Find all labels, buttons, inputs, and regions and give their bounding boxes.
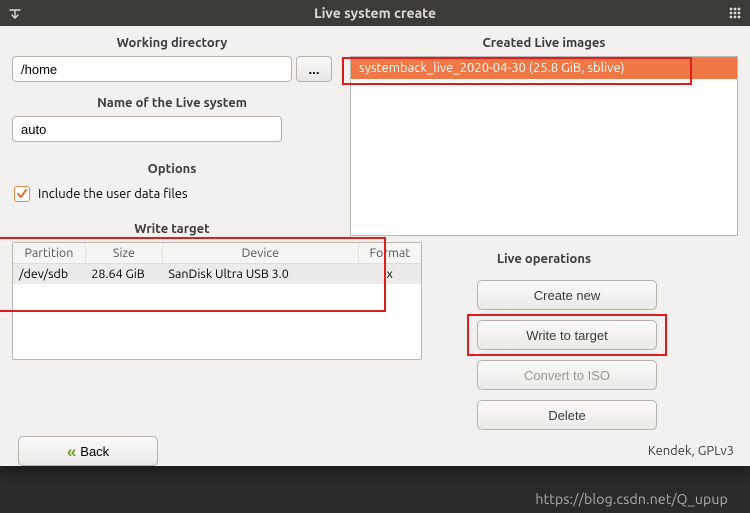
window-title: Live system create <box>314 5 436 21</box>
write-target-table[interactable]: Partition Size Device Format /dev/sdb 28… <box>12 242 422 360</box>
col-partition: Partition <box>13 243 85 264</box>
list-item[interactable]: systemback_live_2020-04-30 (25.8 GiB, sb… <box>351 57 737 79</box>
credit-label: Kendek, GPLv3 <box>648 444 734 458</box>
working-directory-input[interactable] <box>12 56 292 82</box>
back-label: Back <box>80 444 109 459</box>
cell-format: x <box>358 264 421 285</box>
titlebar: Live system create <box>0 0 750 26</box>
cell-device: SanDisk Ultra USB 3.0 <box>162 264 358 285</box>
delete-button[interactable]: Delete <box>477 400 657 430</box>
options-label: Options <box>12 162 332 176</box>
watermark: https://blog.csdn.net/Q_upup <box>535 491 728 507</box>
keep-above-icon[interactable] <box>8 6 22 23</box>
working-directory-label: Working directory <box>12 36 332 50</box>
window-body: Working directory ... Name of the Live s… <box>0 26 750 466</box>
back-button[interactable]: « Back <box>18 436 158 466</box>
col-size: Size <box>85 243 162 264</box>
cell-partition: /dev/sdb <box>13 264 85 285</box>
created-images-list[interactable]: systemback_live_2020-04-30 (25.8 GiB, sb… <box>350 56 738 236</box>
browse-button[interactable]: ... <box>296 56 332 82</box>
table-row[interactable]: /dev/sdb 28.64 GiB SanDisk Ultra USB 3.0… <box>13 264 421 285</box>
col-device: Device <box>162 243 358 264</box>
include-user-data-label: Include the user data files <box>38 187 188 201</box>
write-to-target-button[interactable]: Write to target <box>477 320 657 350</box>
include-user-data-checkbox[interactable] <box>14 186 30 202</box>
chevron-left-icon: « <box>67 443 76 460</box>
menu-grid-icon[interactable] <box>728 6 742 23</box>
col-format: Format <box>358 243 421 264</box>
created-images-label: Created Live images <box>350 36 738 50</box>
write-target-label: Write target <box>12 222 332 236</box>
cell-size: 28.64 GiB <box>85 264 162 285</box>
convert-to-iso-button: Convert to ISO <box>477 360 657 390</box>
live-name-input[interactable] <box>12 116 282 142</box>
create-new-button[interactable]: Create new <box>477 280 657 310</box>
live-name-label: Name of the Live system <box>12 96 332 110</box>
